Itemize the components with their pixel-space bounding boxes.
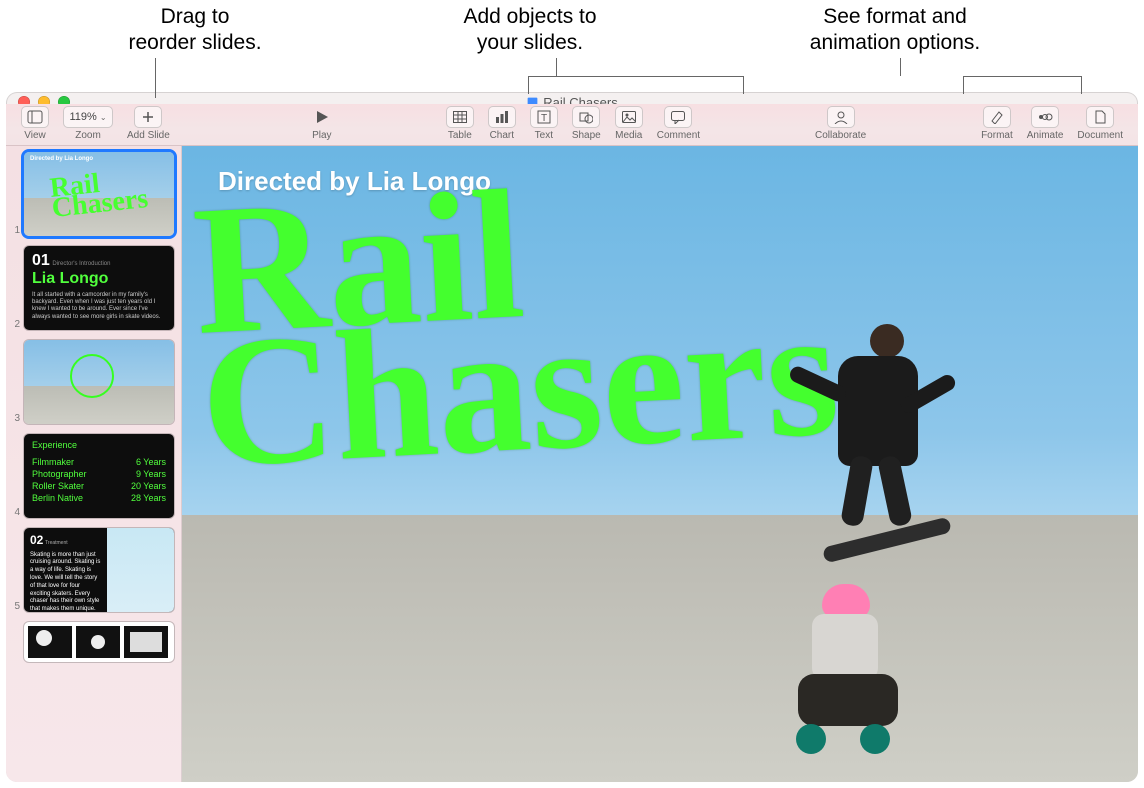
titlebar: Rail Chasers [6,92,1138,104]
text-label: Text [535,130,553,141]
svg-text:T: T [541,113,547,124]
thumbnail-5[interactable]: 02 Treatment Skating is more than just c… [24,528,174,612]
slide-number: 4 [6,507,20,518]
shape-icon [579,110,593,124]
collaborate-button[interactable]: Collaborate [810,106,871,141]
comment-label: Comment [657,130,700,141]
insert-group: Table Chart T Text Shape Media Comment [441,106,705,141]
inspector-group: Format Animate Document [976,106,1128,141]
thumbnail-1[interactable]: Directed by Lia Longo Rail Chasers [24,152,174,236]
roller-skater-figure [768,584,918,754]
slide-canvas[interactable]: Directed by Lia Longo Rail Chasers [182,146,1138,782]
slide-thumbnail[interactable]: 3 [6,340,175,424]
media-button[interactable]: Media [610,106,648,141]
comment-icon [671,111,685,124]
format-button[interactable]: Format [976,106,1018,141]
thumbnail-6[interactable] [24,622,174,662]
slide-number: 2 [6,319,20,330]
slide-number: 3 [6,413,20,424]
document-icon [1094,110,1106,124]
toolbar: View 119%⌄ Zoom Add Slide Play Table [6,104,1138,146]
table-label: Table [448,130,472,141]
annotation-format: See format and animation options. [770,4,1020,57]
thumb-name: Lia Longo [32,270,166,288]
chart-button[interactable]: Chart [483,106,521,141]
animate-button[interactable]: Animate [1022,106,1069,141]
slide-number: 1 [6,225,20,236]
add-slide-button[interactable]: Add Slide [122,106,175,141]
slide-thumbnail[interactable] [6,622,175,662]
document-label: Document [1077,130,1123,141]
slide-navigator[interactable]: 1 Directed by Lia Longo Rail Chasers 2 0… [6,146,182,782]
callout-bracket [528,76,743,77]
callout-bracket [963,76,1081,77]
collaborate-icon [833,110,849,124]
view-button[interactable]: View [16,106,54,141]
storyboard-icon [24,622,174,662]
comment-button[interactable]: Comment [652,106,705,141]
brush-icon [989,110,1005,124]
slide-thumbnail[interactable]: 4 Experience Filmmaker6 Years Photograph… [6,434,175,518]
callout-bracket [743,76,744,94]
media-label: Media [615,130,642,141]
slide-thumbnail[interactable]: 2 01 Director's Introduction Lia Longo I… [6,246,175,330]
zoom-label: Zoom [75,130,101,141]
thumb-body: Skating is more than just cruising aroun… [30,552,101,612]
view-icon [27,110,43,124]
slide-number: 5 [6,601,20,612]
animate-icon [1037,110,1053,124]
callout-bracket [1081,76,1082,94]
play-label: Play [312,130,331,141]
thumbnail-2[interactable]: 01 Director's Introduction Lia Longo It … [24,246,174,330]
chart-icon [495,111,509,123]
text-button[interactable]: T Text [525,106,563,141]
content-area: 1 Directed by Lia Longo Rail Chasers 2 0… [6,146,1138,782]
table-button[interactable]: Table [441,106,479,141]
callout-bracket [963,76,964,94]
thumbnail-4[interactable]: Experience Filmmaker6 Years Photographer… [24,434,174,518]
slide-thumbnail[interactable]: 5 02 Treatment Skating is more than just… [6,528,175,612]
collaborate-label: Collaborate [815,130,866,141]
chart-label: Chart [490,130,514,141]
animate-label: Animate [1027,130,1064,141]
slide-thumbnail[interactable]: 1 Directed by Lia Longo Rail Chasers [6,152,175,236]
view-label: View [24,130,46,141]
circle-annotation [70,354,114,398]
callout-line [900,58,901,76]
help-annotations: Drag to reorder slides. Add objects to y… [0,0,1144,92]
thumb-heading: Experience [32,440,166,450]
callout-line [556,58,557,76]
plus-icon [141,110,155,124]
shape-label: Shape [572,130,601,141]
format-label: Format [981,130,1013,141]
thumb-title-graffiti: Rail Chasers [24,152,174,236]
table-icon [453,111,467,123]
thumbnail-3[interactable] [24,340,174,424]
document-button[interactable]: Document [1072,106,1128,141]
add-slide-label: Add Slide [127,130,170,141]
keynote-window: Rail Chasers View 119%⌄ Zoom Add Slide P… [6,92,1138,782]
text-icon: T [537,110,551,124]
callout-line [155,58,156,98]
callout-bracket [528,76,529,94]
skateboarder-figure [798,346,968,566]
play-icon [314,109,330,125]
annotation-objects: Add objects to your slides. [430,4,630,57]
thumb-photo [107,528,175,612]
annotation-reorder: Drag to reorder slides. [105,4,285,57]
play-button[interactable]: Play [303,106,341,141]
thumb-body: It all started with a camcorder in my fa… [32,292,166,321]
media-icon [622,111,636,123]
zoom-value: 119% [69,111,96,123]
shape-button[interactable]: Shape [567,106,606,141]
zoom-select[interactable]: 119%⌄ Zoom [58,106,118,141]
experience-rows: Filmmaker6 Years Photographer9 Years Rol… [32,456,166,505]
